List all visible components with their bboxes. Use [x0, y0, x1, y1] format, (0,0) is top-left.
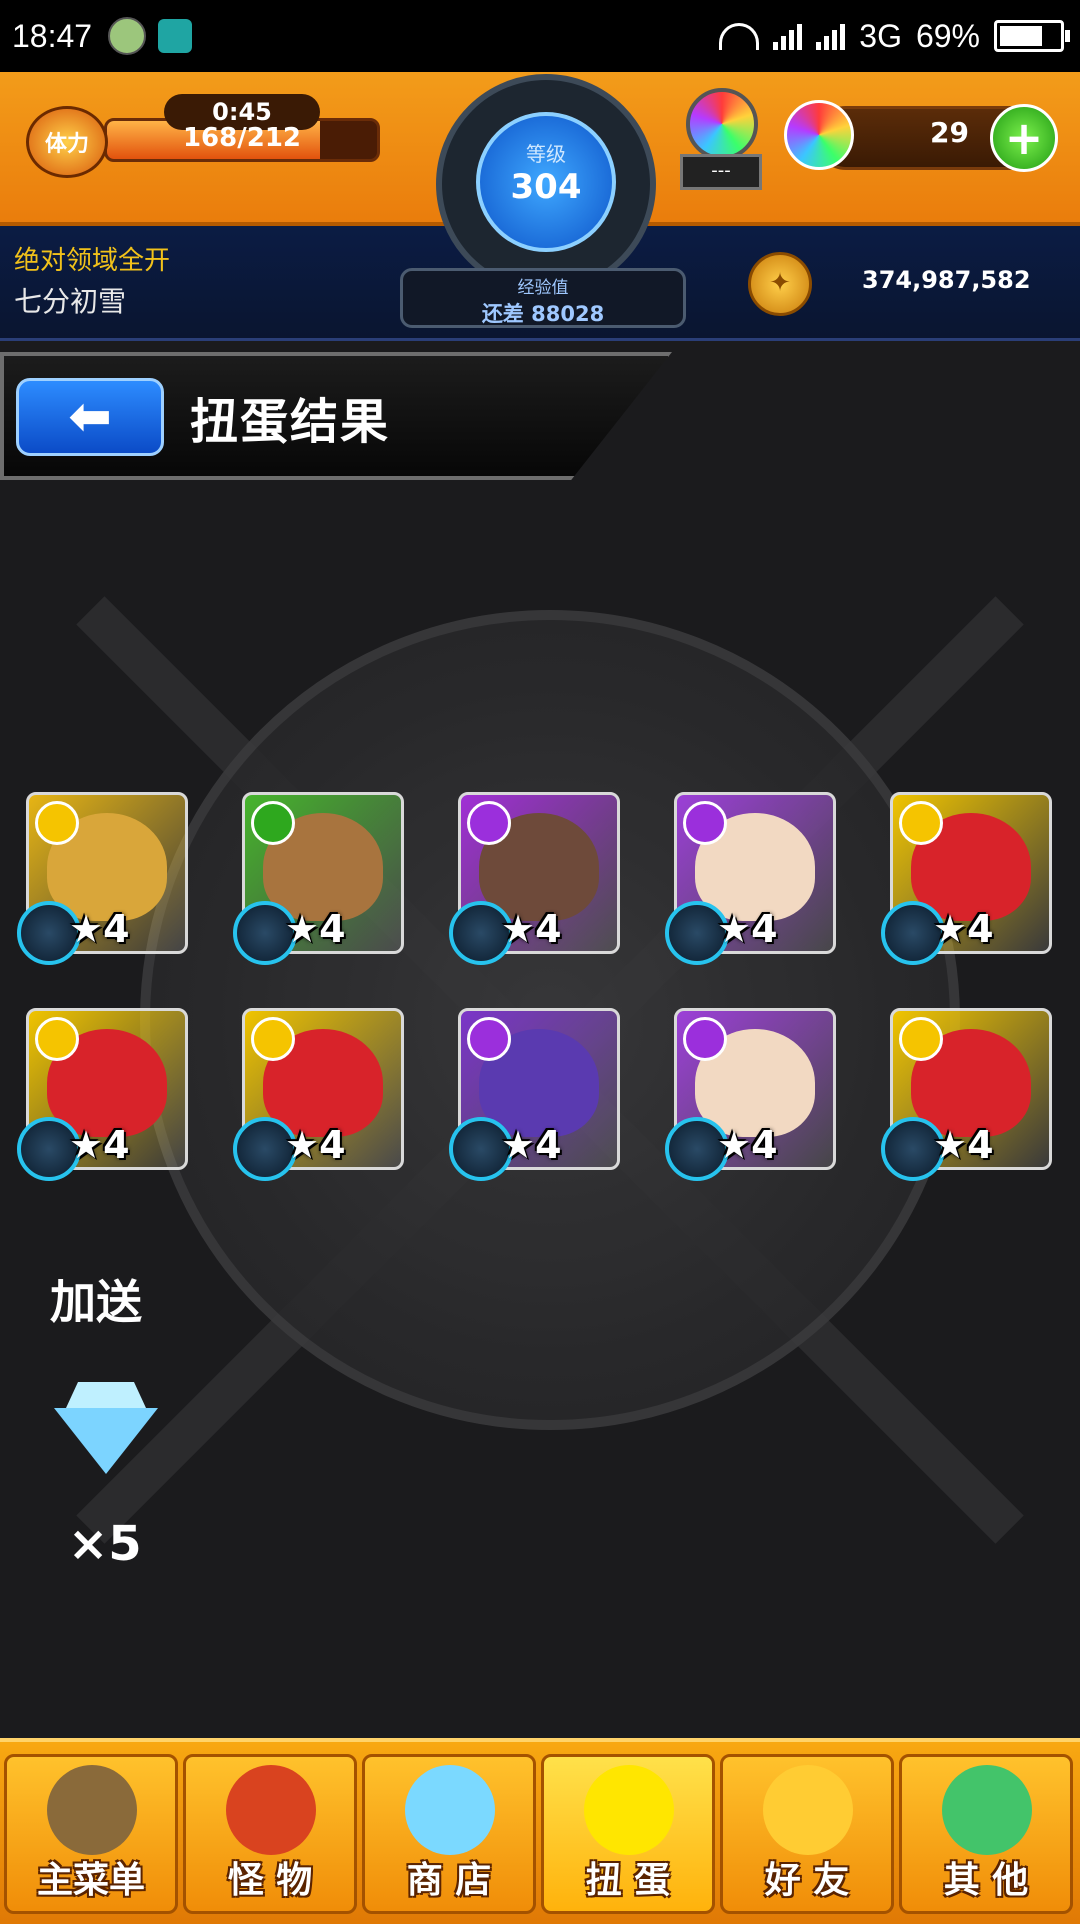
egg-icon [584, 1765, 674, 1855]
monster-card[interactable]: ★4 [449, 792, 620, 965]
battery-icon [994, 20, 1070, 52]
monster-card[interactable]: ★4 [233, 792, 404, 965]
rainbow-orb-icon [405, 1765, 495, 1855]
rarity-label: ★4 [717, 907, 778, 951]
nav-label: 好 友 [764, 1860, 850, 1901]
back-button[interactable]: ⬅ [16, 378, 164, 456]
monster-card[interactable]: ★4 [881, 1008, 1052, 1181]
nav-label: 其 他 [943, 1860, 1029, 1901]
rarity-label: ★4 [933, 907, 994, 951]
signal-icon-2 [816, 22, 846, 50]
castle-gate-icon [47, 1765, 137, 1855]
element-attribute-icon [899, 1017, 943, 1061]
monster-card[interactable]: ★4 [665, 1008, 836, 1181]
add-orbs-button[interactable]: + [990, 104, 1058, 172]
question-icon [942, 1765, 1032, 1855]
nav-item-2[interactable]: 商 店 [362, 1754, 536, 1914]
exp-indicator: 经验值 还差 88028 [400, 268, 686, 328]
nav-item-4[interactable]: 好 友 [720, 1754, 894, 1914]
status-time: 18:47 [12, 17, 93, 54]
orb-machine-icon [686, 88, 758, 160]
rainbow-orb-icon [784, 100, 854, 170]
rarity-label: ★4 [501, 907, 562, 951]
nav-label: 扭 蛋 [585, 1860, 671, 1901]
back-arrow-icon: ⬅ [68, 387, 112, 447]
nav-item-0[interactable]: 主菜单 [4, 1754, 178, 1914]
nav-item-3[interactable]: 扭 蛋 [541, 1754, 715, 1914]
monster-card[interactable]: ★4 [881, 792, 1052, 965]
player-title: 绝对领域全开 [14, 246, 171, 276]
rarity-label: ★4 [69, 1123, 130, 1167]
element-attribute-icon [35, 1017, 79, 1061]
friends-icon [763, 1765, 853, 1855]
diamond-icon [54, 1408, 158, 1474]
element-attribute-icon [467, 801, 511, 845]
gacha-results-grid: ★4 ★4 ★4 ★4 ★4 ★4 ★4 ★4 ★4 ★4 [17, 792, 1056, 1181]
network-type: 3G [859, 17, 902, 54]
page-title: 扭蛋结果 [190, 394, 391, 450]
bottom-nav: 主菜单 怪 物 商 店 扭 蛋 好 友 其 他 [0, 1738, 1080, 1924]
rarity-label: ★4 [285, 907, 346, 951]
element-attribute-icon [251, 1017, 295, 1061]
nav-item-1[interactable]: 怪 物 [183, 1754, 357, 1914]
nav-label: 商 店 [406, 1860, 492, 1901]
stamina-bar: 168/212 [104, 118, 380, 162]
rarity-label: ★4 [717, 1123, 778, 1167]
nav-label: 主菜单 [36, 1860, 145, 1901]
rarity-label: ★4 [69, 907, 130, 951]
element-attribute-icon [251, 801, 295, 845]
diamond-icon-top [66, 1382, 146, 1408]
orb-shop-button[interactable]: --- [676, 88, 762, 190]
gold-count: 374,987,582 [862, 266, 1031, 294]
signal-icon [773, 22, 803, 50]
rarity-label: ★4 [501, 1123, 562, 1167]
monster-card[interactable]: ★4 [17, 792, 188, 965]
battery-percent: 69% [915, 17, 980, 54]
nav-item-5[interactable]: 其 他 [899, 1754, 1073, 1914]
monster-card[interactable]: ★4 [233, 1008, 404, 1181]
gold-coin-icon: ✦ [748, 252, 812, 316]
element-attribute-icon [683, 801, 727, 845]
level-value: 304 [510, 167, 582, 207]
element-attribute-icon [467, 1017, 511, 1061]
monster-card[interactable]: ★4 [17, 1008, 188, 1181]
stamina-badge: 体力 [26, 106, 108, 178]
bonus-count: ×5 [68, 1516, 142, 1572]
level-badge[interactable]: 等级 304 [476, 112, 616, 252]
monster-card[interactable]: ★4 [665, 792, 836, 965]
element-attribute-icon [683, 1017, 727, 1061]
orb-shop-display: --- [680, 154, 762, 190]
exp-remaining: 还差 88028 [481, 302, 605, 326]
app-notification-icon [108, 17, 147, 55]
bonus-label: 加送 [50, 1275, 142, 1329]
status-bar: 18:47 3G 69% [0, 0, 1080, 72]
screenshot-notification-icon [158, 19, 193, 53]
stamina-value: 168/212 [182, 123, 302, 153]
rarity-label: ★4 [933, 1123, 994, 1167]
wifi-icon [719, 22, 760, 50]
player-name: 七分初雪 [14, 285, 127, 318]
monster-card[interactable]: ★4 [449, 1008, 620, 1181]
rarity-label: ★4 [285, 1123, 346, 1167]
element-attribute-icon [35, 801, 79, 845]
orb-count: 29 [930, 116, 969, 149]
exp-label: 经验值 [517, 278, 569, 298]
level-label: 等级 [526, 142, 566, 166]
nav-label: 怪 物 [227, 1860, 313, 1901]
element-attribute-icon [899, 801, 943, 845]
dragon-icon [226, 1765, 316, 1855]
